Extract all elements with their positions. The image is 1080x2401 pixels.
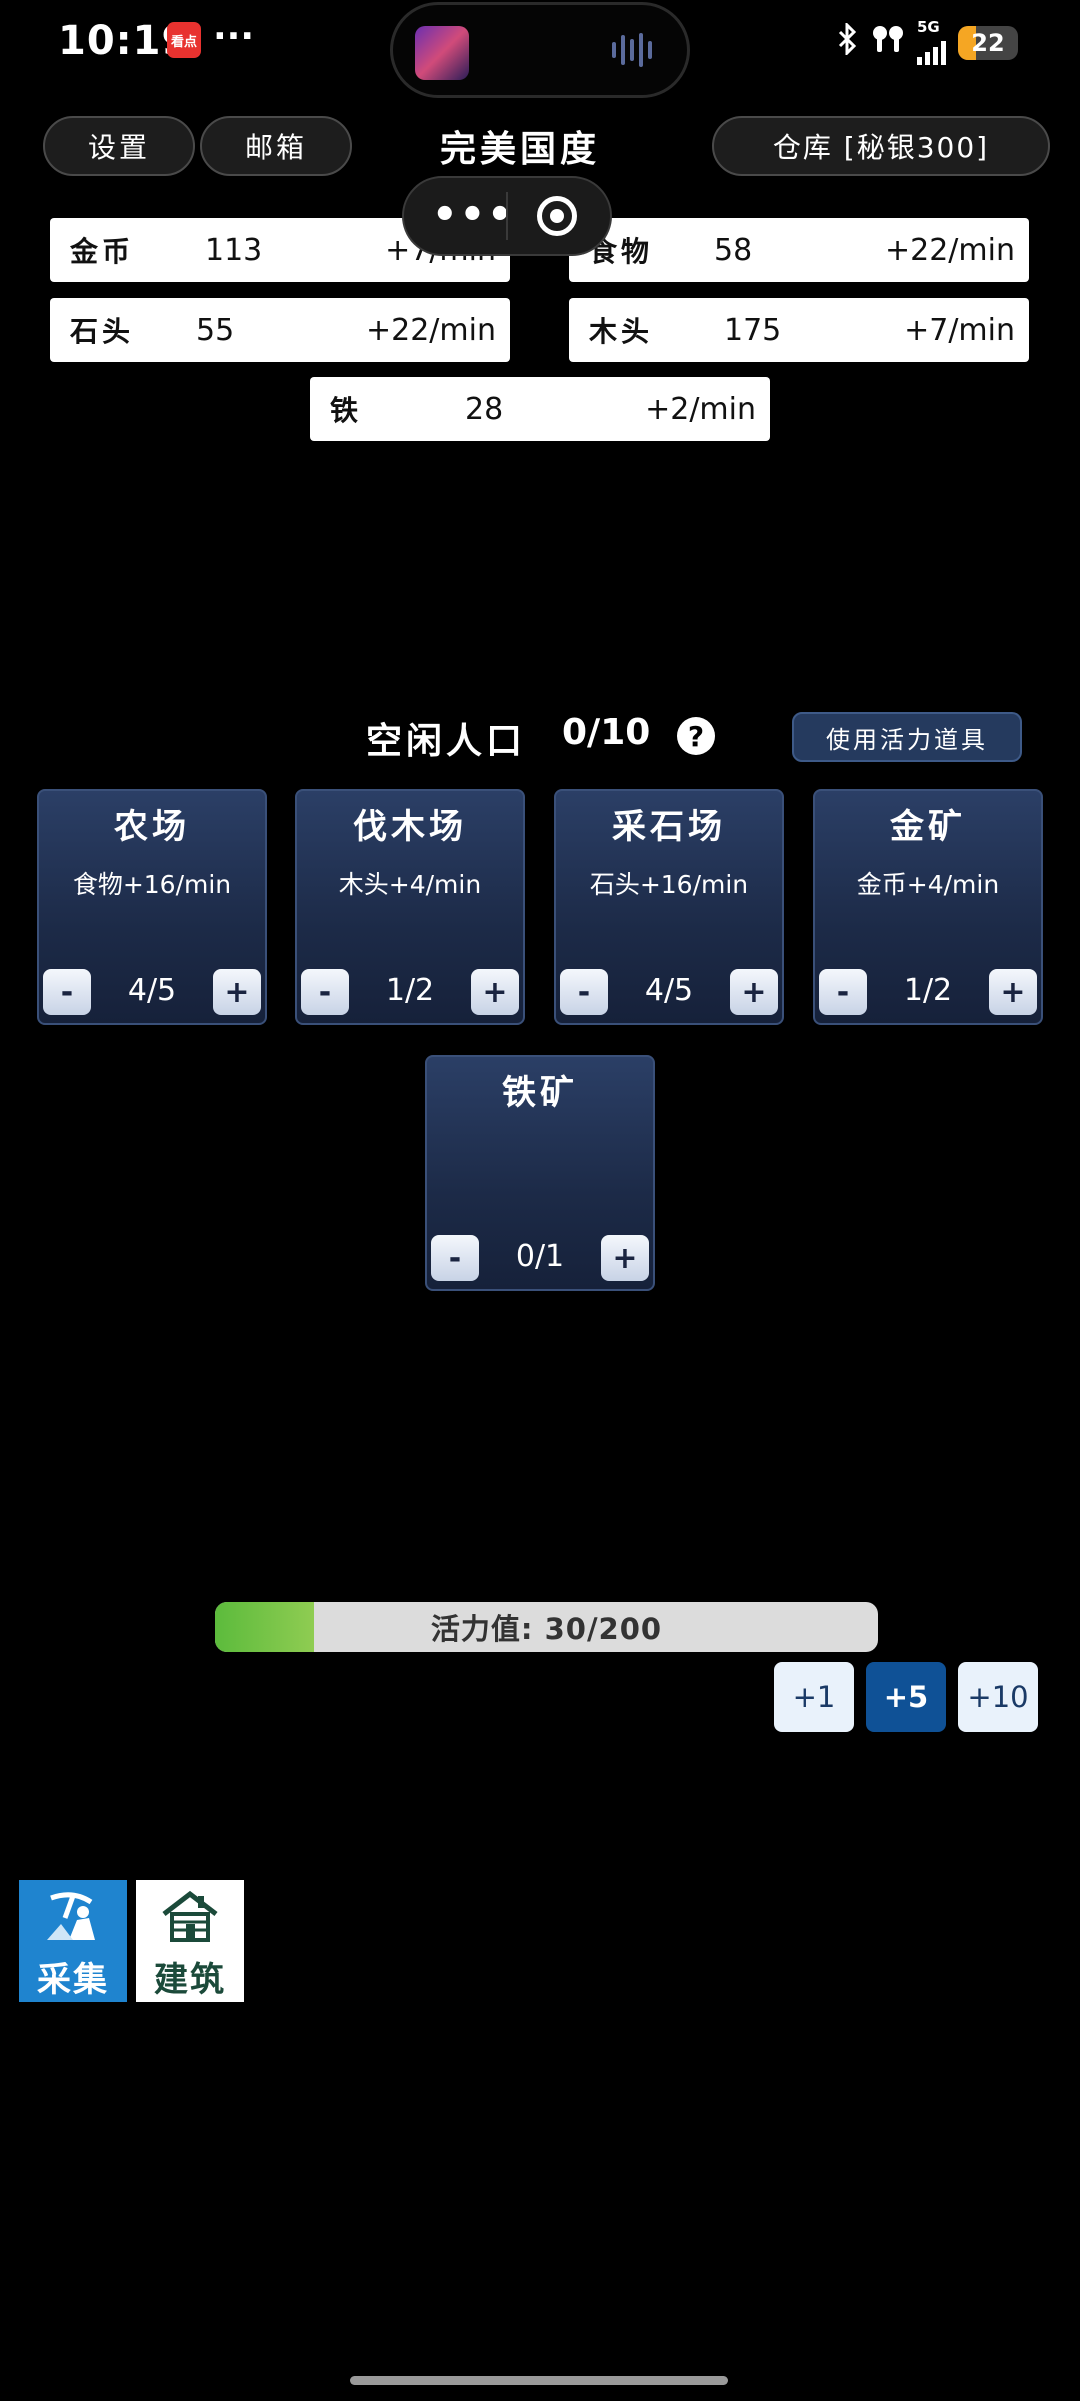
resource-name: 木头 [589,315,654,348]
building-name: 农场 [114,807,190,847]
gather-icon [43,1880,103,1948]
signal-icon [917,35,946,65]
resource-iron: 铁 28 +2/min [310,377,770,441]
network-type: 5G [917,18,940,36]
news-app-icon: 看点 [167,22,201,58]
step-plus-5-button[interactable]: +5 [866,1662,946,1732]
resource-name: 石头 [70,315,135,348]
network-indicator: 5G [917,20,946,65]
more-icon: ··· [213,16,255,57]
resource-rate: +22/min [885,232,1015,268]
resource-rate: +7/min [904,312,1015,348]
building-name: 伐木场 [353,807,467,847]
resource-value: 55 [196,312,235,348]
resource-wood: 木头 175 +7/min [569,298,1029,362]
resource-name: 金币 [70,235,135,268]
gather-tab[interactable]: 采集 [19,1880,127,2002]
building-card-ironmine: 铁矿 - 0/1 + [425,1055,655,1291]
idle-population-value: 0/10 [562,712,651,753]
building-name: 金矿 [890,807,966,847]
resource-food: 食物 58 +22/min [569,218,1029,282]
battery-level: 22 [971,28,1005,57]
building-name: 铁矿 [502,1073,578,1113]
warehouse-button[interactable]: 仓库 [秘银300] [712,116,1050,176]
resource-value: 175 [724,312,782,348]
energy-progress-bar: 活力值: 30/200 [215,1602,878,1652]
resource-stone: 石头 55 +22/min [50,298,510,362]
building-card-quarry: 采石场 石头+16/min - 4/5 + [554,789,784,1025]
building-card-farm: 农场 食物+16/min - 4/5 + [37,789,267,1025]
mailbox-button[interactable]: 邮箱 [200,116,352,176]
step-plus-10-button[interactable]: +10 [958,1662,1038,1732]
idle-population-label: 空闲人口 [366,721,527,762]
status-icons: 5G 22 [837,20,1018,65]
increase-button[interactable]: + [989,969,1037,1015]
resource-value: 113 [205,232,263,268]
build-tab[interactable]: 建筑 [136,1880,244,2002]
step-plus-1-button[interactable]: +1 [774,1662,854,1732]
house-icon [160,1880,220,1948]
resource-name: 铁 [330,394,363,427]
capsule-divider [506,192,508,240]
help-icon[interactable]: ? [677,717,715,755]
building-card-lumber: 伐木场 木头+4/min - 1/2 + [295,789,525,1025]
increase-button[interactable]: + [213,969,261,1015]
building-card-goldmine: 金矿 金币+4/min - 1/2 + [813,789,1043,1025]
audio-wave-icon [612,30,652,70]
build-label: 建筑 [154,1960,226,2000]
energy-label: 活力值: 30/200 [430,1612,663,1646]
resource-value: 58 [714,232,753,268]
increase-button[interactable]: + [730,969,778,1015]
home-indicator[interactable] [350,2376,728,2385]
page-title: 完美国度 [440,129,601,170]
close-target-icon[interactable] [537,196,577,236]
media-artwork [415,26,469,80]
settings-button[interactable]: 设置 [43,116,195,176]
building-production: 石头+16/min [589,870,749,899]
resource-value: 28 [465,391,504,427]
increase-button[interactable]: + [601,1235,649,1281]
use-energy-item-button[interactable]: 使用活力道具 [792,712,1022,762]
building-production: 木头+4/min [338,870,482,899]
resource-rate: +22/min [366,312,496,348]
resource-rate: +2/min [645,391,756,427]
earbuds-icon [871,24,905,61]
battery-icon: 22 [958,25,1018,60]
menu-dots-icon[interactable]: ••• [432,192,515,238]
bluetooth-icon [837,21,859,62]
gather-label: 采集 [37,1960,109,2000]
building-production: 食物+16/min [72,870,232,899]
building-name: 采石场 [612,807,726,847]
building-production: 金币+4/min [856,870,1000,899]
increase-button[interactable]: + [471,969,519,1015]
